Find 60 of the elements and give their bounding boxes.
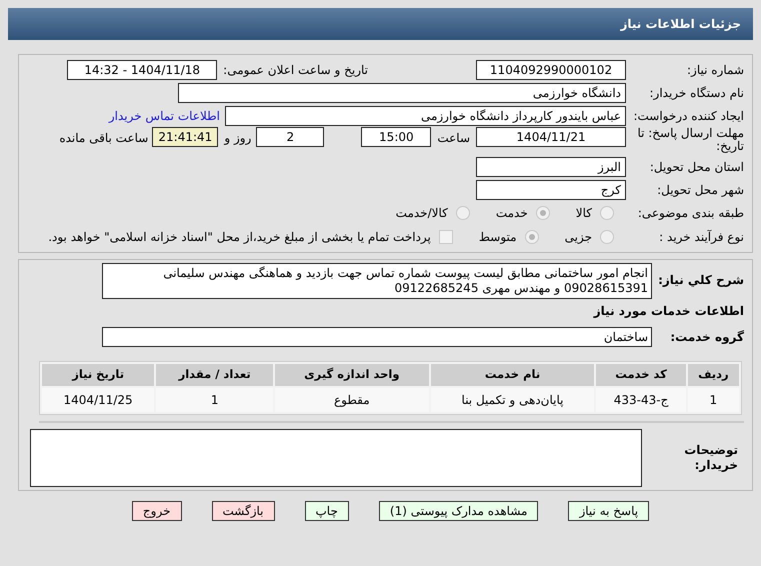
input-field[interactable]: 15:00 [361,127,432,147]
field-label: استان محل تحویل: [648,158,744,176]
description-field[interactable]: انجام امور ساختمانی مطابق لیست پیوست شماره تماس جهت بازدید و هماهنگی مهندس سلیمانی 09028615391 و مهندس مهری 09122685245 [102,263,652,299]
table-cell: 1 [156,388,274,412]
column-header: کد خدمت [596,364,686,386]
radio-button[interactable] [536,206,550,220]
radio-button[interactable] [600,206,614,220]
option-label: جزیی [564,229,592,246]
action-button[interactable]: بازگشت [212,501,274,521]
notes-field[interactable] [30,429,642,487]
input-field[interactable]: 1404/11/21 [476,127,626,147]
column-header: واحد اندازه گیری [275,364,429,386]
input-field[interactable]: عباس بایندور کارپرداز دانشگاه خوارزمی [225,106,626,126]
field-label: شهر محل تحویل: [656,182,744,198]
option-label: کالا [576,205,592,222]
input-field[interactable]: کرج [476,180,626,200]
field-label: مهلت ارسال پاسخ: تا تاریخ: [636,127,744,153]
input-field[interactable]: البرز [476,156,626,176]
field-label: توضیحات خریدار: [683,443,738,473]
radio-button[interactable] [524,230,539,244]
input-field[interactable]: ساختمان [102,327,652,347]
checkbox[interactable] [438,230,453,244]
table-cell: ج-43-433 [596,388,686,412]
field-label: ساعت [437,130,470,147]
option-label: خدمت [496,205,528,222]
countdown-field[interactable]: 21:41:41 [152,127,218,147]
field-label: طبقه بندی موضوعی: [636,205,744,222]
field-label: روز و [224,130,252,147]
column-header: تعداد / مقدار [156,364,274,386]
column-header: تاریخ نیاز [42,364,154,386]
table-cell: پایان‌دهی و تکمیل بنا [430,388,594,412]
input-field[interactable]: دانشگاه خوارزمی [178,82,626,102]
section-title: اطلاعات خدمات مورد نیاز [594,303,744,320]
field-label: شماره نیاز: [686,62,744,78]
field-label: گروه خدمت: [669,329,744,346]
table-cell: 1404/11/25 [42,388,154,412]
field-label: شرح کلي نياز: [657,272,744,289]
option-label: کالا/خدمت [396,205,448,222]
action-button[interactable]: چاپ [304,501,349,521]
radio-button[interactable] [600,230,614,244]
field-label: تاریخ و ساعت اعلان عمومی: [223,62,368,78]
payment-note: پرداخت تمام یا بخشی از مبلغ خرید،از محل "اسناد خزانه اسلامی" خواهد بود. [48,229,431,246]
radio-button[interactable] [456,206,470,220]
page-title: جزئیات اطلاعات نیاز [620,16,741,33]
column-header: نام خدمت [430,364,594,386]
action-button[interactable]: خروج [132,501,182,521]
field-label: ساعت باقی مانده [59,130,148,147]
action-button[interactable]: پاسخ به نیاز [568,501,650,521]
field-label: نوع فرآیند خرید : [658,229,744,246]
table-cell: مقطوع [275,388,429,412]
action-button[interactable]: مشاهده مدارک پیوستی (1) [378,501,538,521]
input-field[interactable]: 1404/11/18 - 14:32 [67,60,218,80]
column-header: ردیف [688,364,739,386]
option-label: متوسط [478,229,517,246]
contact-link[interactable]: اطلاعات تماس خریدار [108,106,220,124]
table-cell: 1 [688,388,739,412]
input-field[interactable]: 2 [256,127,324,147]
field-label: نام دستگاه خریدار: [648,84,744,102]
field-label: ایجاد کننده درخواست: [632,108,744,124]
input-field[interactable]: 1104092990000102 [476,60,626,80]
